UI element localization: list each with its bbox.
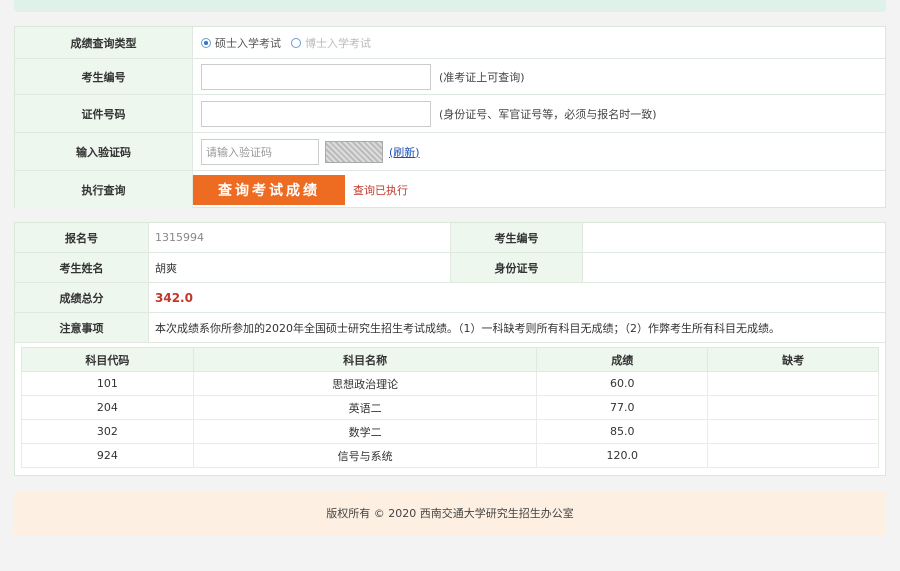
col-absent: 缺考 [707,347,879,372]
subject-absent [707,419,879,444]
total-row: 成绩总分 342.0 [15,283,885,313]
subject-header-row: 科目代码 科目名称 成绩 缺考 [21,347,879,372]
total-score: 342.0 [155,290,193,305]
subject-absent [707,443,879,468]
result-id-label: 身份证号 [451,253,583,282]
subject-code: 101 [21,371,194,396]
table-row: 204 英语二 77.0 [21,395,879,420]
reg-row: 报名号 1315994 考生编号 [15,223,885,253]
subject-score: 60.0 [536,371,709,396]
name-value: 胡爽 [149,253,451,282]
radio-master[interactable]: 硕士入学考试 [201,35,281,51]
footer: 版权所有 © 2020 西南交通大学研究生招生办公室 [14,491,886,535]
reg-label: 报名号 [15,223,149,252]
top-banner-strip [14,0,886,12]
subject-name: 信号与系统 [192,443,538,468]
note-text: 本次成绩系你所参加的2020年全国硕士研究生招生考试成绩。（1）一科缺考则所有科… [155,321,780,335]
captcha-label: 输入验证码 [15,133,193,170]
name-row: 考生姓名 胡爽 身份证号 [15,253,885,283]
id-hint: (身份证号、军官证号等，必须与报名时一致) [439,107,657,121]
radio-unselected-icon [291,37,301,48]
captcha-input[interactable]: 请输入验证码 [201,138,319,165]
note-label: 注意事项 [15,313,149,342]
col-code: 科目代码 [21,347,194,372]
subject-table: 科目代码 科目名称 成绩 缺考 101 思想政治理论 60.0 204 英语二 … [21,347,879,468]
subject-score: 85.0 [536,419,709,444]
col-score: 成绩 [536,347,709,372]
query-status: 查询已执行 [353,183,408,197]
subject-name: 数学二 [192,419,538,444]
subject-name: 思想政治理论 [192,371,538,396]
radio-selected-icon [201,37,211,48]
subject-code: 924 [21,443,194,468]
exam-no-row: 考生编号 (准考证上可查询) [15,59,885,95]
exec-row: 执行查询 查询考试成绩 查询已执行 [15,171,885,208]
table-row: 302 数学二 85.0 [21,419,879,444]
id-row: 证件号码 (身份证号、军官证号等，必须与报名时一致) [15,95,885,133]
id-label: 证件号码 [15,95,193,132]
exam-no-input[interactable] [201,63,431,90]
result-exam-no-value [583,223,885,252]
subject-score: 77.0 [536,395,709,420]
reg-value: 1315994 [149,223,451,252]
captcha-image[interactable] [325,140,383,163]
result-panel: 报名号 1315994 考生编号 考生姓名 胡爽 身份证号 成绩总分 342.0… [14,222,886,476]
exec-label: 执行查询 [15,171,193,208]
name-label: 考生姓名 [15,253,149,282]
col-name: 科目名称 [192,347,538,372]
result-id-value [583,253,885,282]
id-input[interactable] [201,100,431,127]
radio-doctor[interactable]: 博士入学考试 [291,35,371,51]
query-score-button[interactable]: 查询考试成绩 [193,174,345,205]
subject-absent [707,371,879,396]
table-row: 924 信号与系统 120.0 [21,443,879,468]
query-type-label: 成绩查询类型 [15,27,193,58]
exam-no-hint: (准考证上可查询) [439,70,525,84]
captcha-row: 输入验证码 请输入验证码 (刷新) [15,133,885,171]
subject-code: 204 [21,395,194,420]
exam-no-label: 考生编号 [15,59,193,94]
note-row: 注意事项 本次成绩系你所参加的2020年全国硕士研究生招生考试成绩。（1）一科缺… [15,313,885,343]
result-exam-no-label: 考生编号 [451,223,583,252]
subject-code: 302 [21,419,194,444]
refresh-link[interactable]: (刷新) [389,144,420,160]
subject-name: 英语二 [192,395,538,420]
subject-absent [707,395,879,420]
query-type-row: 成绩查询类型 硕士入学考试 博士入学考试 [15,27,885,59]
table-row: 101 思想政治理论 60.0 [21,371,879,396]
subject-score: 120.0 [536,443,709,468]
total-label: 成绩总分 [15,283,149,312]
query-form: 成绩查询类型 硕士入学考试 博士入学考试 考生编号 (准考证上可查询) 证件号码… [14,26,886,208]
